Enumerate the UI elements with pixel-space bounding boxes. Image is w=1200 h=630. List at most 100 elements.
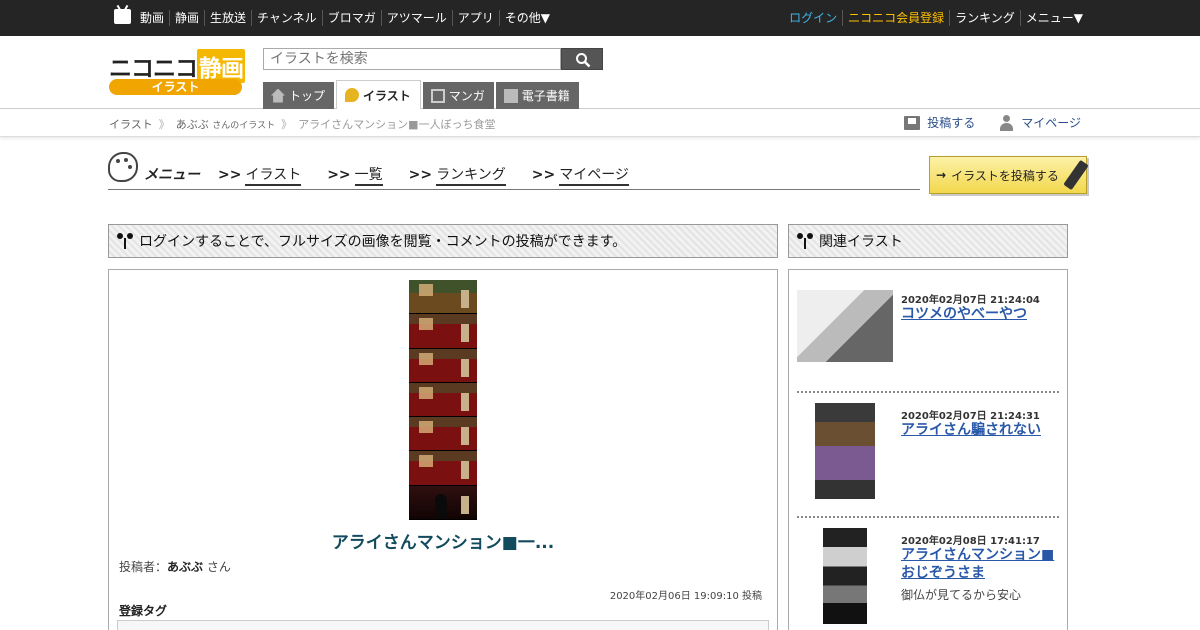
menu-link-ranking[interactable]: >> ランキング — [408, 164, 506, 186]
site-logo[interactable]: ニコニコ静画 — [109, 49, 245, 83]
tab-label: トップ — [289, 89, 326, 103]
breadcrumb-current: アライさんマンション■一人ぼっち食堂 — [298, 118, 496, 131]
illust-thumbnail[interactable] — [409, 280, 477, 520]
related-title-link[interactable]: コツメのやべーやつ — [901, 305, 1059, 323]
menu-link-list[interactable]: >> 一覧 — [327, 164, 383, 186]
related-thumbnail[interactable] — [823, 528, 867, 624]
menu-links: >> イラスト >> 一覧 >> ランキング >> マイページ — [218, 164, 655, 186]
login-link[interactable]: ログイン — [789, 10, 842, 26]
comic-frame — [409, 485, 477, 520]
related-item[interactable]: 2020年02月08日 17:41:17 アライさんマンション■おじぞうさま 御… — [797, 516, 1059, 630]
search-icon — [576, 53, 591, 68]
related-description: 御仏が見てるから安心 — [901, 588, 1022, 602]
menu-link-label: ランキング — [436, 167, 506, 186]
menu-link-label: マイページ — [559, 167, 629, 186]
account-nav: ログイン ニコニコ会員登録 ランキング メニュー▼ — [789, 10, 1088, 26]
ranking-link[interactable]: ランキング — [949, 10, 1020, 26]
post-illust-button-label: イラストを投稿する — [951, 168, 1059, 183]
niconico-tv-icon[interactable] — [114, 9, 131, 24]
book-icon — [503, 88, 518, 103]
manga-icon — [430, 88, 445, 103]
related-title-link[interactable]: アライさん騙されない — [901, 421, 1059, 439]
sprout-icon — [797, 233, 813, 249]
sprout-icon — [117, 233, 133, 249]
tab-top[interactable]: トップ — [263, 82, 335, 109]
register-link[interactable]: ニコニコ会員登録 — [842, 10, 949, 26]
related-date: 2020年02月08日 17:41:17 — [901, 536, 1040, 547]
tab-manga[interactable]: マンガ — [422, 82, 494, 109]
logo-kanji: 静画 — [197, 49, 245, 83]
comic-frame — [409, 382, 477, 418]
breadcrumb-bar: イラスト 》 あぶぶ さんのイラスト 》 アライさんマンション■一人ぼっち食堂 … — [0, 109, 1200, 137]
section-tabs: トップ イラスト マンガ 電子書籍 — [263, 80, 581, 109]
menu-link-mypage[interactable]: >> マイページ — [531, 164, 629, 186]
brush-icon — [345, 88, 360, 102]
site-header: ニコニコ静画 イラスト トップ イラスト マンガ 電子書籍 — [0, 36, 1200, 109]
search-input[interactable] — [263, 48, 561, 70]
nav-channel[interactable]: チャンネル — [251, 10, 322, 26]
upload-icon — [904, 115, 921, 130]
menu-title: メニュー — [144, 167, 200, 183]
login-notice-header: ログインすることで、フルサイズの画像を閲覧・コメントの投稿ができます。 — [108, 224, 778, 258]
mypage-link-label: マイページ — [1021, 116, 1081, 130]
related-item[interactable]: 2020年02月07日 21:24:31 アライさん騙されない — [797, 391, 1059, 515]
top-nav-bar: 動画 静画 生放送 チャンネル ブロマガ アツマール アプリ その他▼ ログイン… — [0, 0, 1200, 36]
nav-other-dropdown[interactable]: その他▼ — [498, 10, 555, 26]
comic-frame — [409, 314, 477, 349]
pen-icon — [1063, 159, 1089, 191]
related-date: 2020年02月07日 21:24:31 — [901, 411, 1040, 422]
arrow-right-icon: → — [936, 168, 947, 182]
nav-app[interactable]: アプリ — [451, 10, 499, 26]
breadcrumb-actions: 投稿する マイページ — [880, 114, 1081, 131]
menu-arrow: >> — [408, 167, 433, 183]
post-illust-button[interactable]: → イラストを投稿する — [929, 156, 1089, 194]
palette-icon — [108, 152, 138, 182]
tab-label: マンガ — [448, 89, 485, 103]
search-button[interactable] — [561, 48, 603, 70]
related-item[interactable]: 2020年02月07日 21:24:04 コツメのやべーやつ — [797, 280, 1059, 380]
tab-ebook[interactable]: 電子書籍 — [495, 82, 579, 109]
menu-arrow: >> — [531, 167, 556, 183]
illust-title: アライさんマンション■一... — [331, 533, 555, 553]
related-heading: 関連イラスト — [819, 234, 903, 250]
breadcrumb-user[interactable]: あぶぶ さんのイラスト — [176, 116, 275, 132]
tab-label: イラスト — [363, 88, 411, 103]
nav-live[interactable]: 生放送 — [204, 10, 251, 26]
nav-atsumaru[interactable]: アツマール — [380, 10, 452, 26]
post-date: 2020年02月06日 19:09:10 投稿 — [609, 591, 762, 602]
related-thumbnail[interactable] — [815, 403, 875, 499]
tab-label: 電子書籍 — [521, 89, 570, 103]
breadcrumb-separator-icon: 》 — [158, 118, 170, 131]
comic-frame — [409, 451, 477, 486]
comic-frame — [409, 280, 477, 315]
menu-arrow: >> — [327, 167, 351, 183]
illust-menu: メニュー >> イラスト >> 一覧 >> ランキング >> マイページ — [108, 150, 920, 190]
related-header: 関連イラスト — [788, 224, 1068, 258]
tab-illust[interactable]: イラスト — [336, 80, 421, 109]
login-notice-text: ログインすることで、フルサイズの画像を閲覧・コメントの投稿ができます。 — [139, 234, 627, 250]
menu-dropdown[interactable]: メニュー▼ — [1019, 10, 1088, 26]
nav-seiga[interactable]: 静画 — [169, 10, 204, 26]
menu-link-label: イラスト — [245, 167, 302, 186]
post-link[interactable]: 投稿する — [904, 114, 975, 131]
logo-badge: イラスト — [109, 79, 242, 95]
home-icon — [271, 88, 285, 103]
poster-info: 投稿者：あぶぶ さん — [119, 558, 231, 575]
nav-douga[interactable]: 動画 — [140, 10, 169, 26]
breadcrumb-home[interactable]: イラスト — [109, 116, 153, 132]
related-title-link[interactable]: アライさんマンション■おじぞうさま — [901, 546, 1059, 582]
related-thumbnail[interactable] — [797, 290, 893, 362]
mypage-link[interactable]: マイページ — [999, 114, 1081, 131]
related-panel: 2020年02月07日 21:24:04 コツメのやべーやつ 2020年02月0… — [788, 269, 1068, 630]
service-nav: 動画 静画 生放送 チャンネル ブロマガ アツマール アプリ その他▼ — [140, 10, 555, 26]
poster-name-link[interactable]: あぶぶ — [167, 560, 203, 574]
comic-frame — [409, 417, 477, 452]
poster-suffix: さん — [206, 560, 231, 574]
poster-label: 投稿者： — [119, 560, 168, 574]
menu-link-illust[interactable]: >> イラスト — [218, 164, 302, 186]
breadcrumb: イラスト 》 あぶぶ さんのイラスト 》 アライさんマンション■一人ぼっち食堂 — [109, 116, 496, 132]
tag-box — [117, 620, 769, 630]
menu-link-label: 一覧 — [354, 167, 383, 186]
nav-blomaga[interactable]: ブロマガ — [321, 10, 381, 26]
breadcrumb-separator-icon: 》 — [281, 118, 293, 131]
